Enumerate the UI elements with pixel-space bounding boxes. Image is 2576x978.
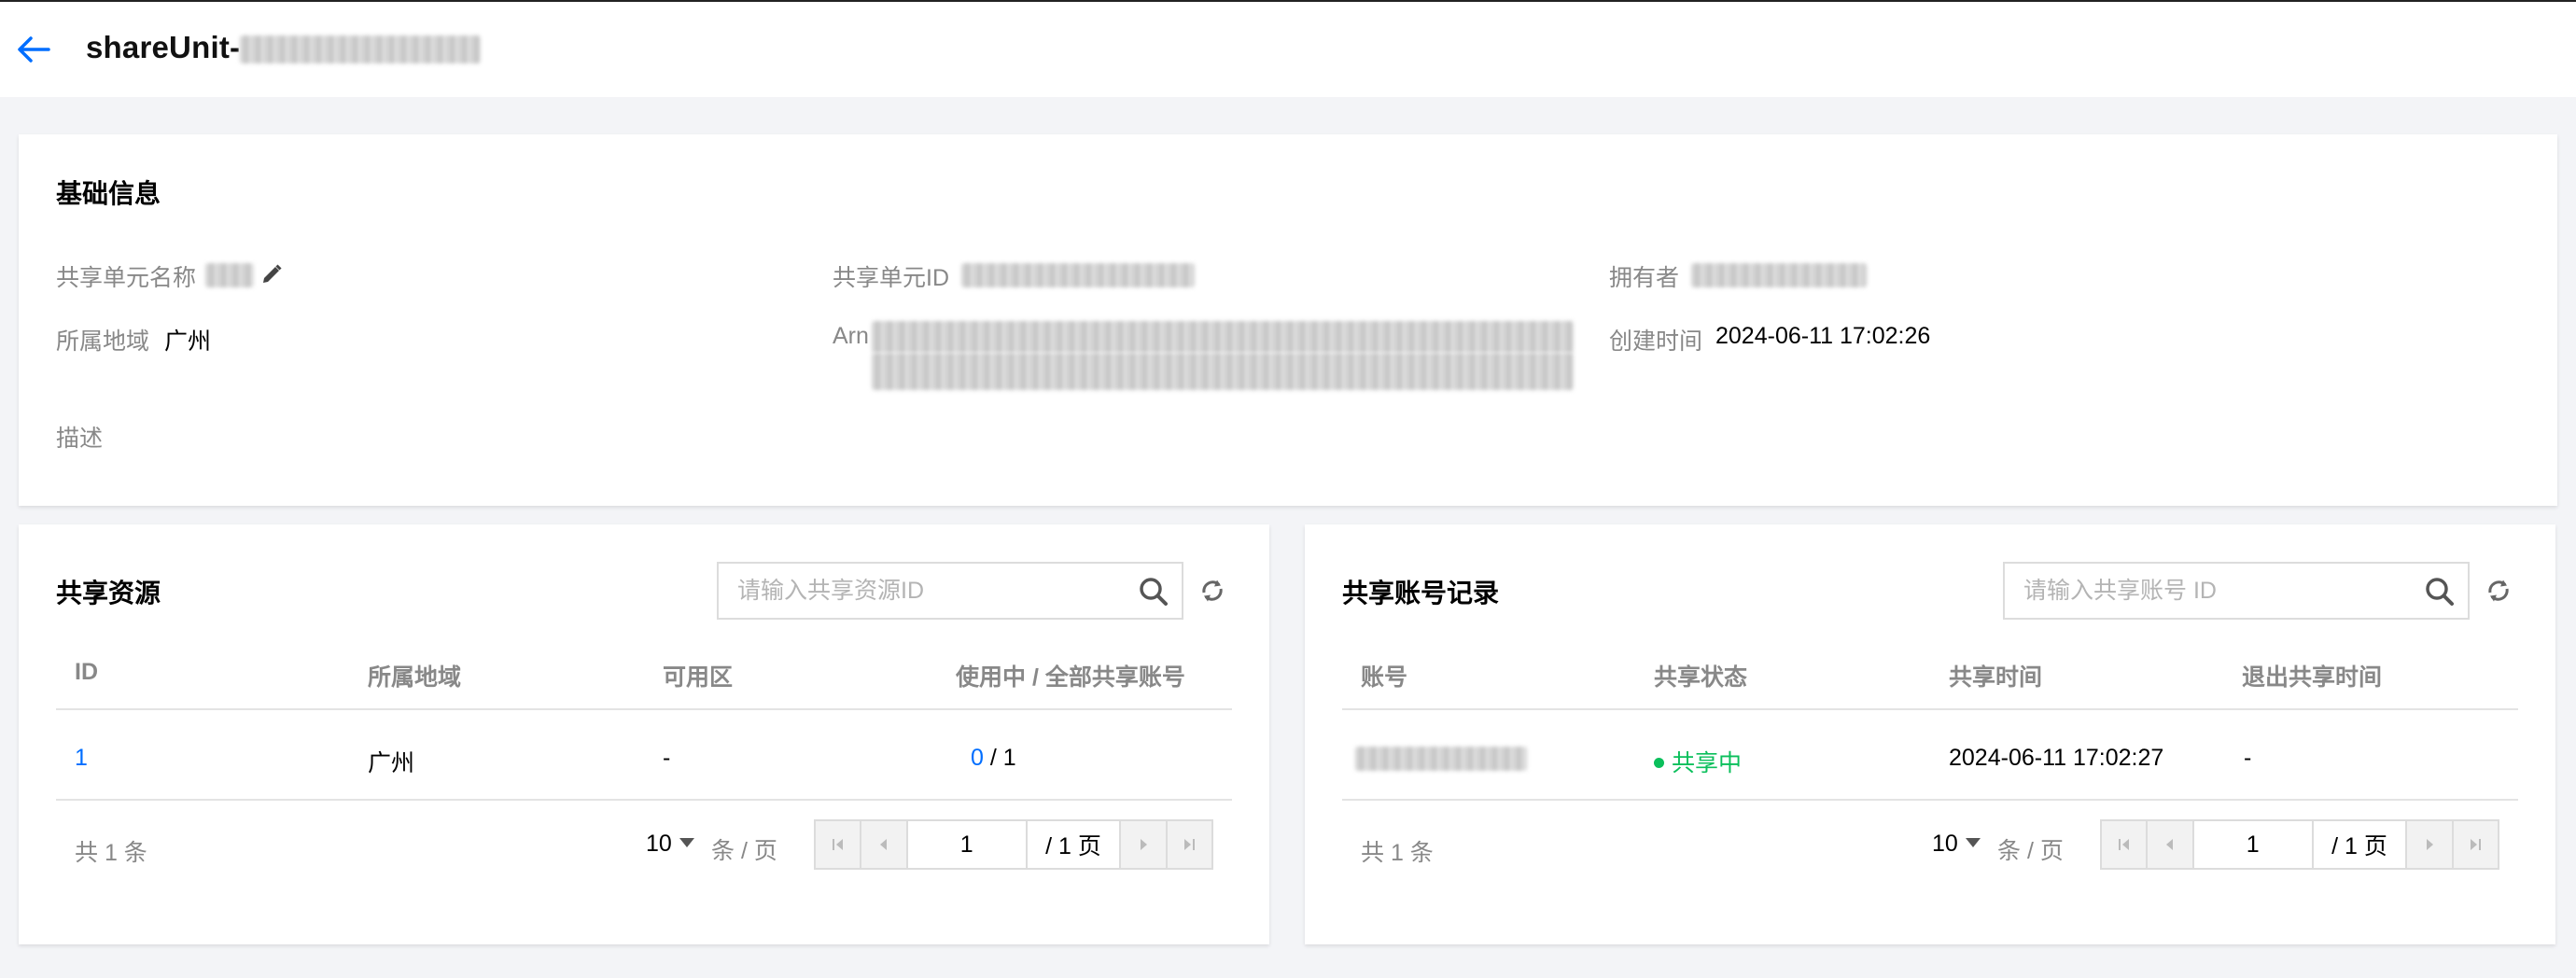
region-value: 广州 [164,328,212,355]
pagination: / 1 页 [2100,819,2499,870]
resource-shared-accounts: 0 / 1 [971,745,1016,772]
page-size-select[interactable]: 10 [646,831,694,858]
page-header: shareUnit- [0,2,2576,97]
column-header-share-time: 共享时间 [1949,664,2043,691]
total-count: 共 1 条 [1361,840,1434,866]
table-row-divider [56,799,1232,801]
region-label: 所属地域 [56,328,150,355]
in-use-count-link[interactable]: 0 [971,745,984,771]
shared-resources-card: 共享资源 ID 所属地域 可用区 使用中 / 全部共享账号 1 广州 - 0 /… [19,524,1269,944]
prev-page-icon [2166,839,2174,850]
exit-time: - [2244,745,2252,771]
page-title: shareUnit- [86,30,482,65]
last-page-icon [1184,839,1196,850]
prev-page-icon [880,839,888,850]
first-page-icon [832,839,843,850]
share-records-title: 共享账号记录 [1342,579,1500,608]
column-header-share-status: 共享状态 [1654,664,1748,691]
total-count: 共 1 条 [75,840,147,866]
share-records-card: 共享账号记录 账号 共享状态 共享时间 退出共享时间 共享中 2024-06-1… [1305,524,2555,944]
refresh-icon[interactable] [1198,577,1226,605]
refresh-icon[interactable] [2485,577,2513,605]
first-page-button[interactable] [2102,821,2149,868]
next-page-button[interactable] [2405,821,2452,868]
basic-info-card: 基础信息 共享单元名称 共享单元ID 拥有者 所属地域 广州 Arn 创建时间 … [19,134,2557,506]
share-status: 共享中 [1654,745,1742,778]
column-header-zone: 可用区 [663,664,734,691]
status-dot-icon [1654,757,1664,768]
page-size-value: 10 [646,831,672,857]
column-header-account: 账号 [1361,664,1408,691]
column-header-region: 所属地域 [368,664,462,691]
share-time: 2024-06-11 17:02:27 [1949,745,2164,771]
page-title-prefix: shareUnit- [86,30,241,64]
page-size-select[interactable]: 10 [1932,831,1981,858]
page-number-input[interactable] [907,821,1028,868]
resource-region: 广州 [368,750,415,776]
total-pages: / 1 页 [1045,833,1101,859]
prev-page-button[interactable] [2148,821,2194,868]
arn-label: Arn [833,323,869,349]
last-page-icon [2471,839,2482,850]
first-page-icon [2118,839,2129,850]
last-page-button[interactable] [1165,821,1211,868]
table-row-divider [1342,799,2518,801]
redacted-share-unit-id [961,263,1195,287]
column-header-exit-time: 退出共享时间 [2242,664,2383,691]
chevron-down-icon [679,838,694,848]
resource-search-input[interactable] [737,564,1092,618]
total-pages: / 1 页 [2331,833,2387,859]
redacted-share-unit-name [205,263,254,287]
search-icon[interactable] [2425,577,2455,607]
next-page-icon [2426,839,2433,850]
per-page-label: 条 / 页 [1997,838,2064,864]
redacted-unit-name [240,35,482,64]
table-header-divider [56,708,1232,710]
share-unit-id-label: 共享单元ID [833,265,950,291]
resource-id-link[interactable]: 1 [75,745,88,772]
share-unit-name-label: 共享单元名称 [56,265,197,291]
search-icon[interactable] [1139,577,1169,607]
page-number-input[interactable] [2193,821,2314,868]
column-header-id: ID [75,659,98,685]
pagination: / 1 页 [814,819,1213,870]
column-header-shared-accounts: 使用中 / 全部共享账号 [956,664,1185,691]
back-arrow-icon[interactable] [17,35,50,63]
first-page-button[interactable] [816,821,862,868]
next-page-button[interactable] [1119,821,1166,868]
owner-label: 拥有者 [1609,265,1680,291]
account-search-box [2003,562,2470,620]
resource-search-box [717,562,1183,620]
basic-info-title: 基础信息 [56,179,161,208]
redacted-arn-line-2 [872,353,1574,390]
shared-resources-title: 共享资源 [56,579,161,608]
redacted-arn-line-1 [872,321,1574,353]
created-time-label: 创建时间 [1609,328,1703,355]
next-page-icon [1140,839,1147,850]
share-status-text: 共享中 [1672,750,1743,776]
description-label: 描述 [56,426,104,452]
account-search-input[interactable] [2023,564,2378,618]
created-time-value: 2024-06-11 17:02:26 [1715,323,1931,349]
resource-zone: - [663,745,671,771]
per-page-label: 条 / 页 [711,838,777,864]
total-shared-accounts: / 1 [983,745,1016,771]
prev-page-button[interactable] [861,821,908,868]
redacted-owner [1691,263,1867,287]
last-page-button[interactable] [2451,821,2498,868]
redacted-account-id [1355,747,1527,771]
chevron-down-icon [1965,838,1981,848]
edit-pencil-icon[interactable] [259,262,284,286]
page-size-value: 10 [1932,831,1958,857]
table-header-divider [1342,708,2518,710]
